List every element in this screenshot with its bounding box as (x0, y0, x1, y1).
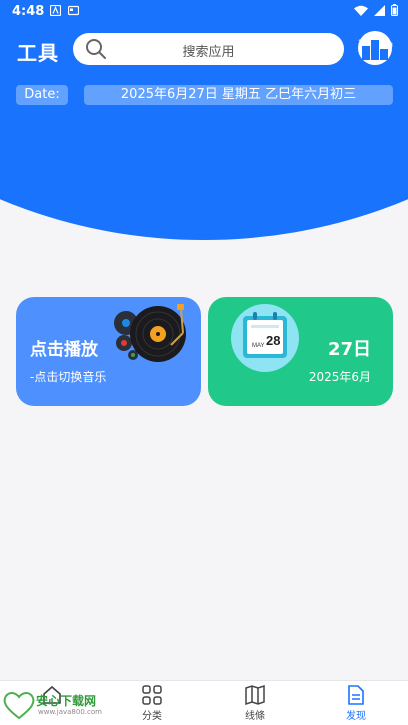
tab-lines[interactable]: 线條 (225, 684, 285, 722)
music-card-title: 点击播放 (30, 340, 98, 360)
signal-icon (374, 4, 385, 16)
date-card-year-month: 2025年6月 (308, 370, 371, 384)
music-card[interactable]: 点击播放 -点击切换音乐 (16, 297, 201, 406)
wifi-icon (354, 5, 368, 16)
date-card-day: 27日 (327, 339, 371, 360)
date-card[interactable]: MAY 28 27日 2025年6月 (208, 297, 393, 406)
calendar-icon-month: MAY (252, 343, 265, 349)
date-label: Date: (16, 85, 68, 105)
ranking-icon[interactable]: 1 2 3 (356, 30, 394, 66)
tab-lines-label: 线條 (245, 711, 265, 722)
status-time: 4:48 (12, 4, 45, 19)
page-title: 工具 (17, 41, 59, 65)
notification-card-icon (68, 5, 79, 16)
calendar-icon-day: 28 (266, 333, 280, 348)
search-input[interactable]: 搜索应用 (73, 33, 344, 65)
watermark-logo (3, 692, 35, 720)
search-placeholder: 搜索应用 (182, 45, 235, 60)
map-icon (245, 684, 265, 706)
tab-category[interactable]: 分类 (122, 684, 182, 722)
tab-discover[interactable]: 发现 (326, 684, 386, 722)
watermark-name: 安心下载网 (36, 694, 97, 708)
tab-category-label: 分类 (142, 711, 162, 722)
watermark-url: www.java800.com (38, 708, 102, 716)
rank-3-label: 3 (389, 43, 393, 49)
calendar-icon: MAY 28 (231, 304, 299, 372)
status-right-icons (354, 4, 398, 16)
vinyl-record-icon (114, 304, 186, 362)
date-value: 2025年6月27日 星期五 乙巳年六月初三 (84, 85, 393, 105)
notification-a-icon (50, 5, 61, 16)
status-bar: 4:48 (0, 0, 408, 24)
document-icon (348, 685, 364, 705)
grid-icon (142, 685, 162, 705)
music-card-subtitle: -点击切换音乐 (30, 370, 107, 384)
watermark: 安心下载网 www.java800.com (0, 686, 112, 722)
tab-discover-label: 发现 (346, 711, 366, 722)
battery-icon (391, 4, 398, 16)
